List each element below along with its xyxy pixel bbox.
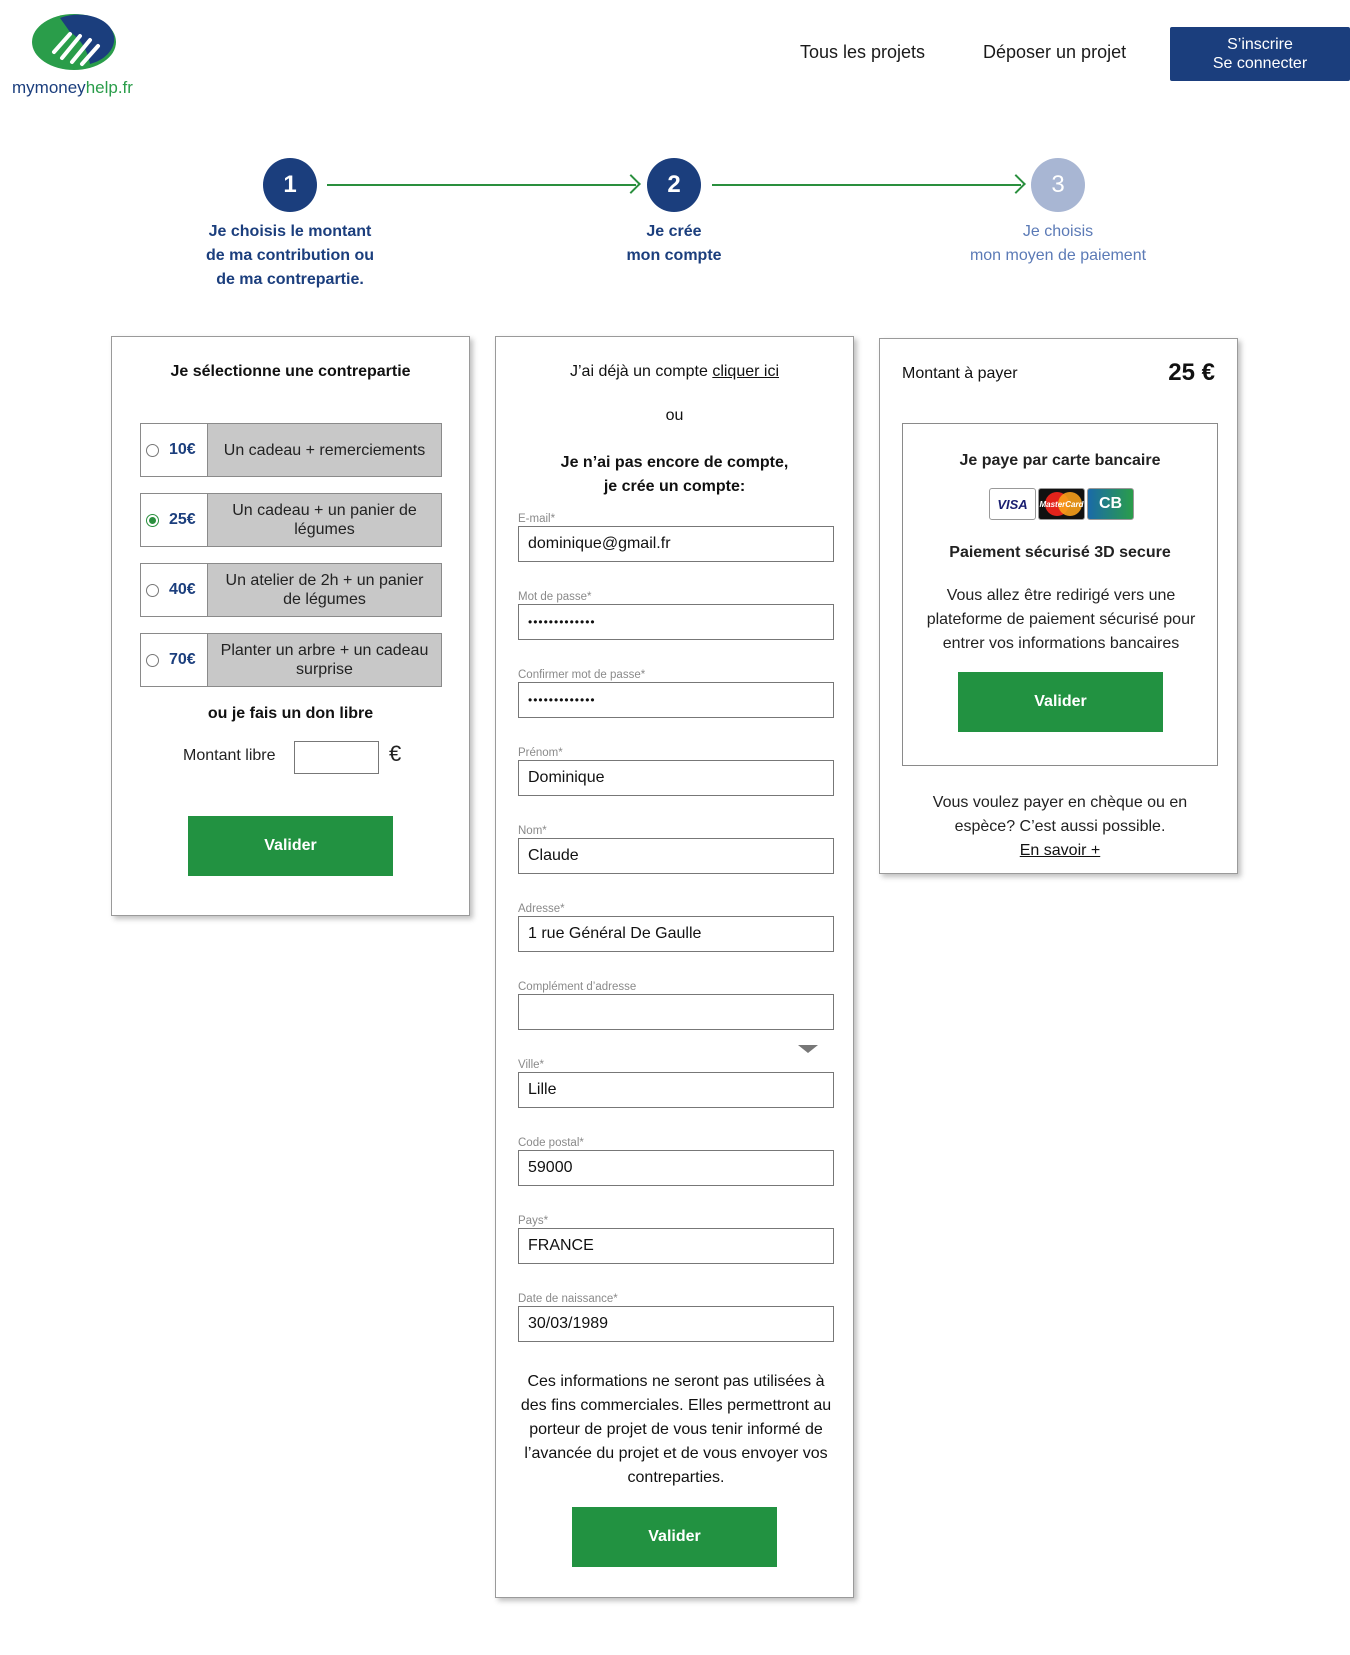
birthdate-field[interactable]: 30/03/1989 bbox=[518, 1306, 834, 1342]
confirm-password-field[interactable]: ••••••••••••• bbox=[518, 682, 834, 718]
secure-payment-text: Paiement sécurisé 3D secure bbox=[949, 544, 1171, 561]
birthdate-label: Date de naissance* bbox=[518, 1293, 618, 1305]
step-arrow-1 bbox=[327, 184, 636, 186]
radio-button-selected[interactable] bbox=[146, 513, 159, 527]
amount-label: Montant à payer bbox=[902, 365, 1018, 382]
step-arrow-2 bbox=[712, 184, 1021, 186]
step-2-label: Je crée mon compte bbox=[626, 223, 722, 264]
card-logos: VISA MasterCard CB bbox=[989, 488, 1134, 520]
firstname-label: Prénom* bbox=[518, 747, 563, 759]
nav-submit-project[interactable]: Déposer un projet bbox=[983, 42, 1126, 63]
step-2-circle: 2 bbox=[647, 158, 701, 212]
reward-option-25[interactable]: 25€ Un cadeau + un panier de légumes bbox=[140, 493, 442, 547]
free-donation-title: ou je fais un don libre bbox=[207, 705, 374, 722]
country-label: Pays* bbox=[518, 1215, 549, 1227]
account-panel: J’ai déjà un compte cliquer ici ou Je n’… bbox=[495, 336, 854, 1598]
visa-logo-icon: VISA bbox=[989, 488, 1036, 520]
logo[interactable]: mymoneyhelp.fr bbox=[12, 12, 142, 102]
reward-amount: 25€ bbox=[169, 511, 196, 528]
card-payment-box: Je paye par carte bancaire VISA MasterCa… bbox=[902, 423, 1218, 766]
password-label: Mot de passe* bbox=[518, 591, 592, 603]
cb-logo-icon: CB bbox=[1087, 488, 1134, 520]
reward-amount: 70€ bbox=[169, 651, 196, 668]
reward-description: Un cadeau + remerciements bbox=[207, 424, 441, 476]
email-label: E-mail* bbox=[518, 513, 556, 525]
logo-text: mymoneyhelp.fr bbox=[12, 78, 133, 97]
or-text: ou bbox=[665, 407, 684, 424]
existing-account-text: J’ai déjà un compte cliquer ici bbox=[570, 363, 779, 380]
city-label: Ville* bbox=[518, 1059, 544, 1071]
country-field[interactable]: FRANCE bbox=[518, 1228, 834, 1264]
reward-panel: Je sélectionne une contrepartie 10€ Un c… bbox=[111, 336, 470, 916]
step-1-circle: 1 bbox=[263, 158, 317, 212]
login-label: Se connecter bbox=[1212, 55, 1308, 72]
reward-option-70[interactable]: 70€ Planter un arbre + un cadeau surpris… bbox=[140, 633, 442, 687]
reward-option-10[interactable]: 10€ Un cadeau + remerciements bbox=[140, 423, 442, 477]
confirm-password-label: Confirmer mot de passe* bbox=[518, 669, 646, 681]
radio-button[interactable] bbox=[146, 443, 159, 457]
reward-option-40[interactable]: 40€ Un atelier de 2h + un panier de légu… bbox=[140, 563, 442, 617]
lastname-field[interactable]: Claude bbox=[518, 838, 834, 874]
address-field[interactable]: 1 rue Général De Gaulle bbox=[518, 916, 834, 952]
radio-button[interactable] bbox=[146, 583, 159, 597]
postal-code-label: Code postal* bbox=[518, 1137, 584, 1149]
reward-amount: 40€ bbox=[169, 581, 196, 598]
address-complement-field[interactable] bbox=[518, 994, 834, 1030]
step-1-label: Je choisis le montant de ma contribution… bbox=[206, 223, 374, 288]
password-field[interactable]: ••••••••••••• bbox=[518, 604, 834, 640]
email-field[interactable]: dominique@gmail.fr bbox=[518, 526, 834, 562]
postal-code-field[interactable]: 59000 bbox=[518, 1150, 834, 1186]
chevron-down-icon[interactable] bbox=[798, 1045, 818, 1053]
signup-login-button[interactable]: S’inscrire Se connecter bbox=[1170, 27, 1350, 81]
rewards-submit-button[interactable]: Valider bbox=[188, 816, 393, 876]
step-3-label: Je choisis mon moyen de paiement bbox=[969, 223, 1147, 264]
alternative-payment-text: Vous voulez payer en chèque ou en espèce… bbox=[902, 791, 1218, 863]
mastercard-logo-icon: MasterCard bbox=[1038, 488, 1085, 520]
free-amount-label: Montant libre bbox=[183, 747, 276, 764]
reward-description: Un atelier de 2h + un panier de légumes bbox=[207, 564, 441, 616]
reward-description: Un cadeau + un panier de légumes bbox=[207, 494, 441, 546]
address-complement-label: Complément d’adresse bbox=[518, 981, 637, 993]
handshake-logo-icon bbox=[32, 14, 116, 70]
firstname-field[interactable]: Dominique bbox=[518, 760, 834, 796]
card-payment-title: Je paye par carte bancaire bbox=[959, 452, 1161, 469]
radio-button[interactable] bbox=[146, 653, 159, 667]
privacy-note: Ces informations ne seront pas utilisées… bbox=[520, 1373, 832, 1486]
reward-title: Je sélectionne une contrepartie bbox=[170, 363, 411, 380]
new-account-heading: Je n’ai pas encore de compte, je crée un… bbox=[560, 454, 789, 495]
login-link[interactable]: cliquer ici bbox=[712, 363, 779, 380]
step-3-circle: 3 bbox=[1031, 158, 1085, 212]
reward-amount: 10€ bbox=[169, 441, 196, 458]
address-label: Adresse* bbox=[518, 903, 565, 915]
lastname-label: Nom* bbox=[518, 825, 547, 837]
free-amount-input[interactable] bbox=[294, 741, 379, 774]
euro-symbol: € bbox=[389, 741, 402, 766]
redirect-text: Vous allez être redirigé vers une platef… bbox=[926, 587, 1196, 652]
city-field[interactable]: Lille bbox=[518, 1072, 834, 1108]
signup-label: S’inscrire bbox=[1227, 36, 1293, 53]
learn-more-link[interactable]: En savoir + bbox=[902, 839, 1218, 863]
payment-panel: Montant à payer 25 € Je paye par carte b… bbox=[879, 338, 1238, 874]
reward-description: Planter un arbre + un cadeau surprise bbox=[207, 634, 441, 686]
nav-all-projects[interactable]: Tous les projets bbox=[800, 42, 925, 63]
amount-value: 25 € bbox=[1168, 359, 1215, 386]
payment-submit-button[interactable]: Valider bbox=[958, 672, 1163, 732]
account-submit-button[interactable]: Valider bbox=[572, 1507, 777, 1567]
